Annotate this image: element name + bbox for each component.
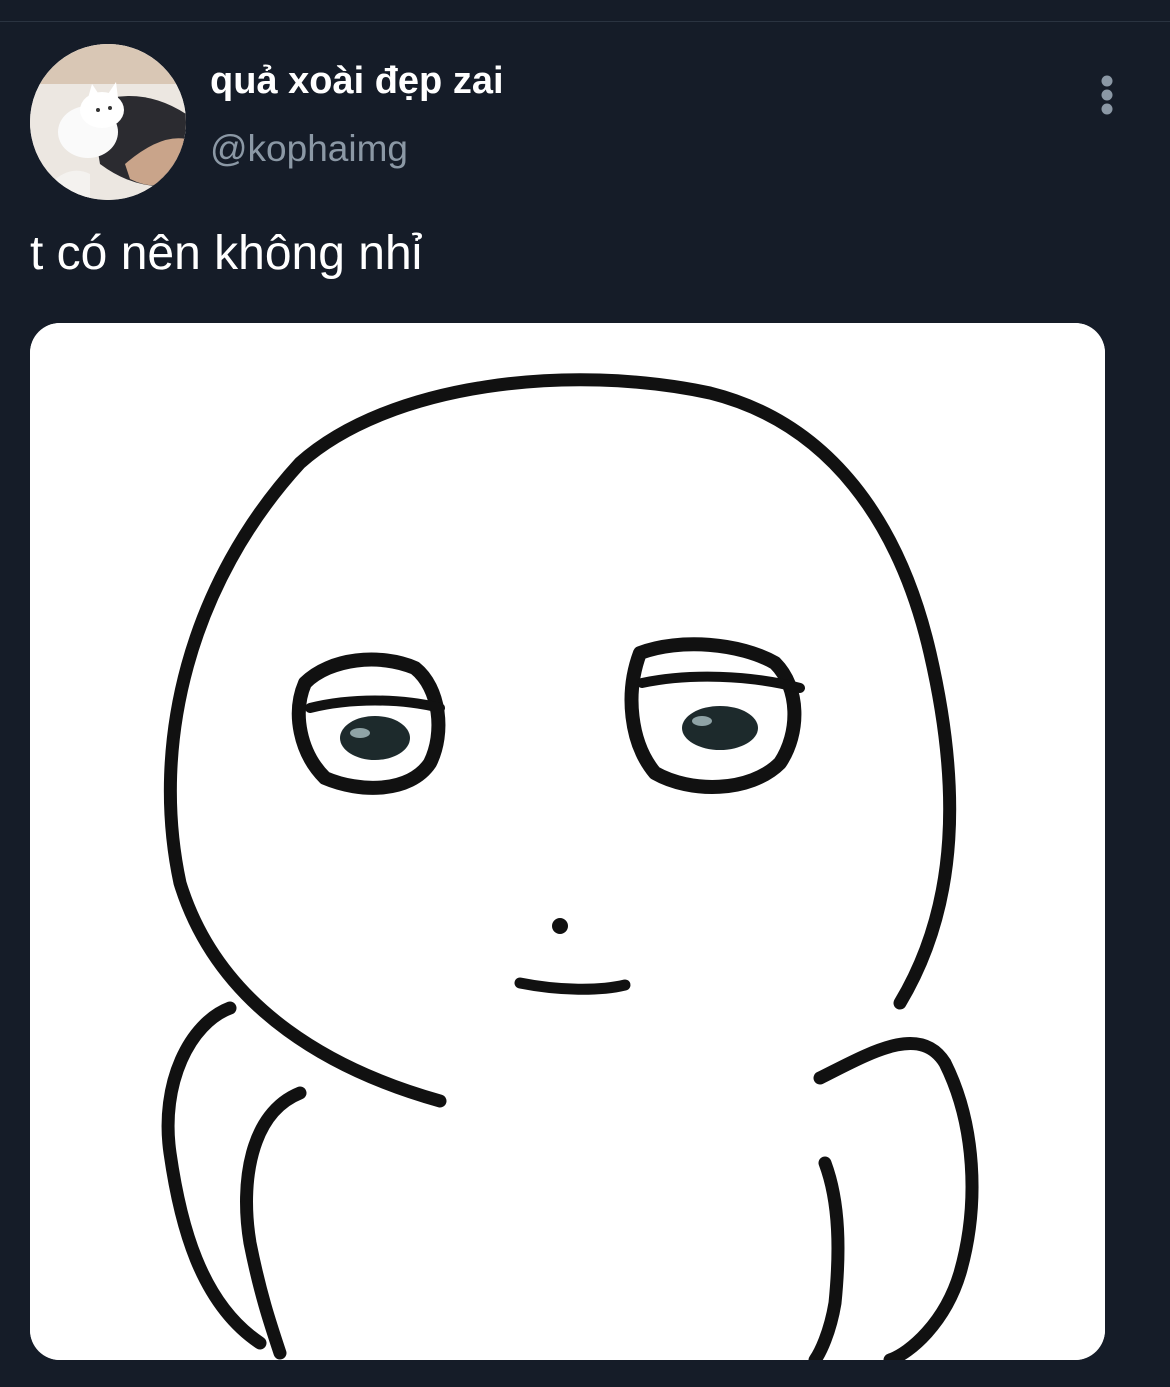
tweet-text: t có nên không nhỉ [30,227,423,280]
avatar[interactable] [30,44,186,200]
vertical-ellipsis-icon [1101,75,1113,115]
author-display-name[interactable]: quả xoài đẹp zai [210,60,504,103]
cat-photo-avatar-icon [30,44,186,200]
meme-character-drawing-icon [30,323,1105,1360]
more-options-button[interactable] [1088,70,1126,120]
top-divider [0,0,1170,22]
author-handle[interactable]: @kophaimg [210,128,408,170]
tweet-media-image[interactable] [30,323,1105,1360]
